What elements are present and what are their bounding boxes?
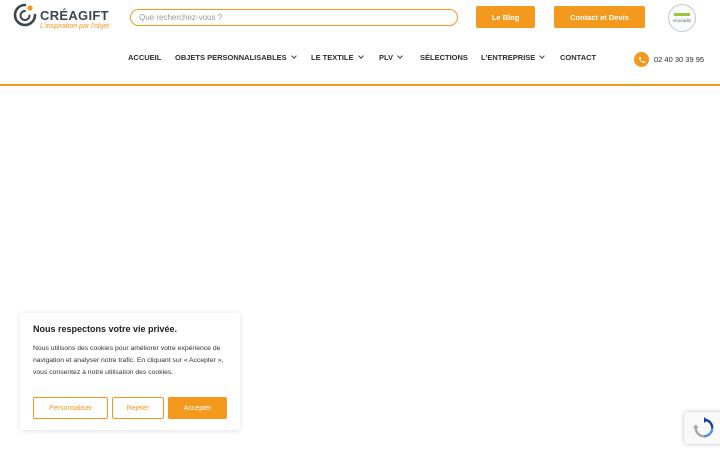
phone-number: 02 40 30 39 95 <box>654 55 705 64</box>
creagift-logo[interactable]: CRÉAGIFT L'inspiration par l'objet <box>13 3 113 35</box>
cookie-accept-button[interactable]: Accepter <box>168 397 227 419</box>
recaptcha-icon <box>693 417 714 438</box>
search-input[interactable] <box>130 9 458 26</box>
nav-label: PLV <box>379 53 394 62</box>
nav-label: SÉLECTIONS <box>420 53 468 62</box>
logo-tagline: L'inspiration par l'objet <box>40 23 110 30</box>
cookie-consent-banner: Nous respectons votre vie privée. Nous u… <box>20 313 240 430</box>
phone-glyph <box>638 56 645 63</box>
recaptcha-widget[interactable] <box>684 412 720 444</box>
site-header: CRÉAGIFT L'inspiration par l'objet Le Bl… <box>0 0 720 86</box>
logo-name: CRÉAGIFT <box>40 8 109 23</box>
contact-devis-button[interactable]: Contact et Devis <box>554 6 645 28</box>
nav-item-selections[interactable]: SÉLECTIONS <box>420 53 468 62</box>
nav-label: OBJETS PERSONNALISABLES <box>175 53 287 62</box>
phone-link[interactable]: 02 40 30 39 95 <box>634 52 704 67</box>
nav-label: LE TEXTILE <box>311 53 354 62</box>
nav-item-accueil[interactable]: ACCUEIL <box>128 53 161 62</box>
nav-item-objets-personnalisables[interactable]: OBJETS PERSONNALISABLES <box>175 53 297 62</box>
cookie-title: Nous respectons votre vie privée. <box>33 324 178 334</box>
badge-medal-bar <box>674 13 690 16</box>
phone-icon <box>634 52 649 67</box>
main-nav: ACCUEIL OBJETS PERSONNALISABLES LE TEXTI… <box>0 53 720 67</box>
logo-swirl-icon <box>13 3 37 27</box>
badge-text: ecovadis <box>673 18 691 23</box>
cookie-buttons: Personnaliser Rejeter Accepter <box>33 397 227 419</box>
nav-item-entreprise[interactable]: L'ENTREPRISE <box>481 53 546 62</box>
nav-item-plv[interactable]: PLV <box>379 53 403 62</box>
nav-label: L'ENTREPRISE <box>481 53 536 62</box>
ecovadis-badge: ecovadis <box>668 4 696 32</box>
nav-label: ACCUEIL <box>128 53 162 62</box>
nav-item-contact[interactable]: CONTACT <box>560 53 596 62</box>
cookie-reject-button[interactable]: Rejeter <box>112 397 164 419</box>
chevron-down-icon <box>290 53 297 59</box>
chevron-down-icon <box>397 53 403 59</box>
blog-button[interactable]: Le Blog <box>476 6 535 28</box>
chevron-down-icon <box>539 53 546 59</box>
cookie-customize-button[interactable]: Personnaliser <box>33 397 108 419</box>
chevron-down-icon <box>357 53 364 59</box>
cookie-text: Nous utilisons des cookies pour améliore… <box>33 345 224 376</box>
nav-label: CONTACT <box>560 53 597 62</box>
nav-item-le-textile[interactable]: LE TEXTILE <box>311 53 364 62</box>
